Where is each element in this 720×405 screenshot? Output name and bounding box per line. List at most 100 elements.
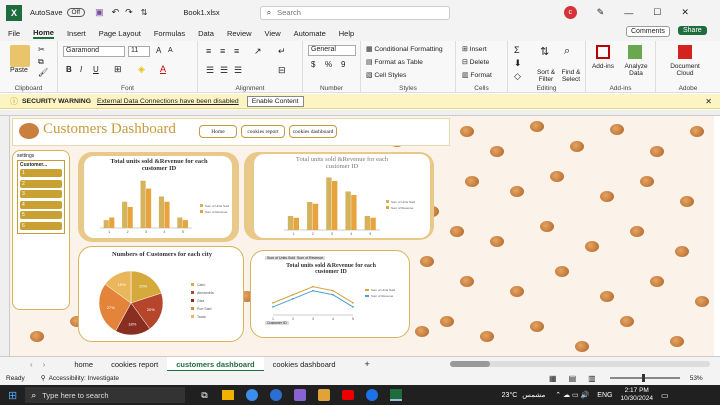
- ribbon-options-icon[interactable]: ✎: [597, 7, 605, 18]
- taskbar-search-box[interactable]: ⌕ Type here to search: [25, 387, 186, 403]
- align-bottom-icon[interactable]: ≡: [234, 46, 239, 56]
- sheet-tab-customers-dashboard[interactable]: customers dashboard: [167, 356, 264, 372]
- font-size-select[interactable]: 11: [128, 46, 150, 57]
- menu-home[interactable]: Home: [33, 28, 54, 39]
- next-sheet-icon[interactable]: ›: [43, 360, 46, 369]
- file-explorer-icon[interactable]: [221, 390, 234, 400]
- format-cells-button[interactable]: ▥ Format: [462, 71, 492, 79]
- clear-icon[interactable]: ◇: [514, 71, 521, 82]
- font-name-select[interactable]: Garamond: [63, 46, 125, 57]
- analyze-data-button[interactable]: Analyze Data: [621, 63, 651, 77]
- close-warning-icon[interactable]: ✕: [705, 97, 712, 106]
- comments-button[interactable]: Comments: [626, 26, 670, 37]
- sort-filter-button[interactable]: Sort & Filter: [535, 69, 557, 83]
- sheet-tab-home[interactable]: home: [65, 357, 102, 372]
- slicer-item[interactable]: 6: [20, 221, 62, 230]
- orientation-icon[interactable]: ↗: [254, 46, 262, 57]
- fill-color-icon[interactable]: ◈: [138, 64, 145, 75]
- zoom-level[interactable]: 53%: [690, 375, 703, 382]
- weather-temp[interactable]: 23°C: [502, 392, 518, 399]
- menu-view[interactable]: View: [265, 29, 281, 38]
- number-format-select[interactable]: General: [308, 45, 356, 56]
- addins-icon[interactable]: [596, 45, 610, 59]
- slicer-item[interactable]: 5: [20, 211, 62, 219]
- scrollbar-thumb[interactable]: [449, 361, 490, 367]
- app-icon-1[interactable]: [269, 389, 282, 401]
- slicer-item[interactable]: 2: [20, 179, 62, 188]
- align-middle-icon[interactable]: ≡: [220, 46, 225, 56]
- nav-dashboard-button[interactable]: cookies dashboard: [289, 125, 337, 138]
- tray-icons[interactable]: ⌃ ☁ ▭ 🔊: [555, 391, 589, 399]
- increase-font-icon[interactable]: A: [156, 46, 161, 55]
- redo-icon[interactable]: ↷: [125, 7, 133, 18]
- maximize-icon[interactable]: ☐: [653, 7, 661, 18]
- chrome-icon[interactable]: [365, 389, 378, 401]
- app-icon-3[interactable]: [317, 389, 330, 401]
- close-icon[interactable]: ✕: [681, 7, 689, 18]
- app-icon-2[interactable]: [293, 389, 306, 401]
- menu-page-layout[interactable]: Page Layout: [99, 29, 141, 38]
- fill-icon[interactable]: ⬇: [514, 58, 522, 69]
- task-view-icon[interactable]: ⧉: [201, 390, 207, 401]
- align-top-icon[interactable]: ≡: [206, 46, 211, 56]
- menu-review[interactable]: Review: [227, 29, 252, 38]
- merge-center-icon[interactable]: ⊟: [278, 65, 286, 76]
- menu-automate[interactable]: Automate: [294, 29, 326, 38]
- paste-icon[interactable]: [10, 45, 30, 67]
- avatar[interactable]: c: [563, 6, 577, 19]
- sort-icon[interactable]: ⇅: [141, 8, 148, 17]
- add-sheet-icon[interactable]: +: [365, 359, 370, 369]
- autosum-icon[interactable]: Σ: [514, 45, 520, 55]
- excel-taskbar-icon[interactable]: [389, 389, 402, 401]
- percent-icon[interactable]: %: [325, 60, 332, 69]
- enable-content-button[interactable]: Enable Content: [246, 95, 304, 107]
- decrease-font-icon[interactable]: A: [168, 47, 173, 54]
- clock[interactable]: 2:17 PM 10/30/2024: [620, 387, 653, 403]
- menu-formulas[interactable]: Formulas: [154, 29, 185, 38]
- document-cloud-button[interactable]: Document Cloud: [661, 63, 709, 77]
- undo-icon[interactable]: ↶: [112, 7, 120, 18]
- warning-message[interactable]: External Data Connections have been disa…: [97, 98, 239, 105]
- youtube-icon[interactable]: [341, 390, 354, 400]
- worksheet-canvas[interactable]: Customers Dashboard Home cookies report …: [10, 116, 714, 356]
- page-layout-view-icon[interactable]: ▤: [569, 374, 577, 383]
- horizontal-scrollbar[interactable]: [449, 361, 710, 367]
- zoom-slider[interactable]: [609, 374, 680, 382]
- prev-sheet-icon[interactable]: ‹: [30, 360, 33, 369]
- menu-insert[interactable]: Insert: [67, 29, 86, 38]
- edge-icon[interactable]: [245, 389, 258, 401]
- format-as-table-button[interactable]: ▤ Format as Table: [366, 58, 423, 66]
- analyze-data-icon[interactable]: [628, 45, 642, 59]
- slicer-item[interactable]: 1: [20, 169, 62, 177]
- zoom-thumb[interactable]: [641, 374, 645, 382]
- page-break-view-icon[interactable]: ▥: [588, 374, 596, 383]
- delete-cells-button[interactable]: ⊟ Delete: [462, 58, 489, 66]
- copy-icon[interactable]: ⧉: [38, 57, 44, 67]
- windows-start-icon[interactable]: ⊞: [8, 389, 17, 402]
- conditional-formatting-button[interactable]: ▦ Conditional Formatting: [366, 45, 443, 53]
- document-cloud-icon[interactable]: [678, 45, 692, 59]
- addins-button[interactable]: Add-ins: [590, 63, 616, 70]
- find-select-icon[interactable]: ⌕: [564, 45, 570, 58]
- underline-icon[interactable]: U: [93, 65, 99, 74]
- align-center-icon[interactable]: ☰: [220, 65, 228, 76]
- borders-icon[interactable]: ⊞: [114, 64, 122, 75]
- comma-icon[interactable]: 9: [341, 60, 345, 69]
- slicer-item[interactable]: 3: [20, 190, 62, 198]
- nav-home-button[interactable]: Home: [199, 125, 237, 138]
- save-icon[interactable]: ▣: [95, 7, 104, 18]
- font-color-icon[interactable]: A: [160, 64, 166, 74]
- bold-icon[interactable]: B: [66, 65, 72, 74]
- menu-help[interactable]: Help: [339, 29, 354, 38]
- find-select-button[interactable]: Find & Select: [560, 69, 582, 83]
- paste-button[interactable]: Paste: [10, 67, 28, 74]
- wrap-text-icon[interactable]: ↵: [278, 46, 286, 57]
- autosave-toggle[interactable]: Off: [66, 8, 86, 17]
- align-right-icon[interactable]: ☰: [234, 65, 242, 76]
- language-indicator[interactable]: ENG: [597, 392, 612, 399]
- insert-cells-button[interactable]: ⊞ Insert: [462, 45, 487, 53]
- minimize-icon[interactable]: —: [624, 8, 633, 18]
- notifications-icon[interactable]: ▭: [661, 391, 669, 400]
- accessibility-status[interactable]: Accessibility: Investigate: [49, 375, 119, 382]
- align-left-icon[interactable]: ☰: [206, 65, 214, 76]
